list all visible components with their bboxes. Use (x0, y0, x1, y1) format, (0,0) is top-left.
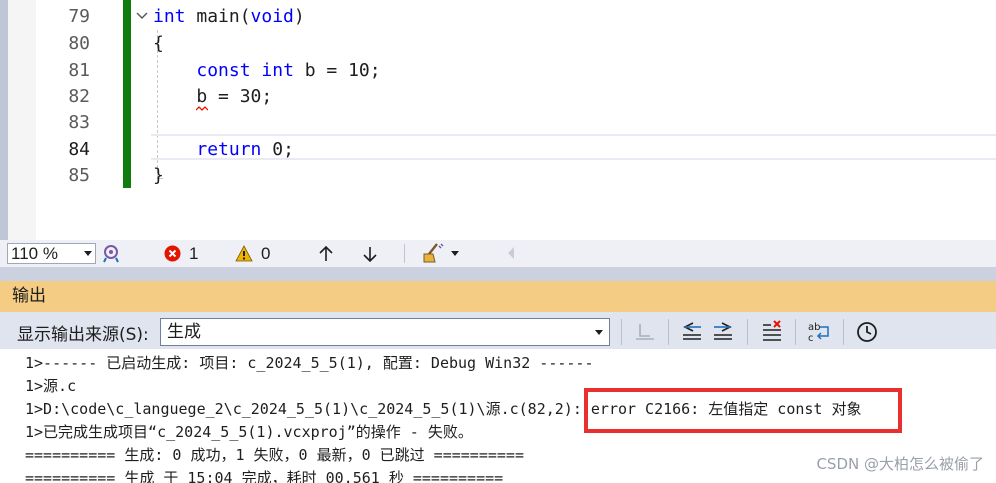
previous-issue-arrow-icon[interactable] (316, 244, 336, 264)
code-token: 0; (261, 139, 294, 160)
code-token: b = 10; (293, 60, 381, 81)
code-cleanup-broom-icon[interactable] (421, 242, 461, 264)
warning-count-button[interactable]: 0 (235, 243, 275, 264)
svg-text:c: c (808, 333, 814, 344)
code-token: main( (185, 6, 251, 27)
error-icon (164, 245, 181, 262)
error-highlight-box (584, 388, 902, 433)
error-count: 1 (189, 244, 199, 263)
change-tracking-bar (123, 0, 131, 188)
code-keyword: return (196, 139, 262, 160)
line-number-current: 84 (68, 139, 90, 160)
line-number: 80 (68, 33, 90, 54)
line-number: 85 (68, 165, 90, 186)
next-issue-arrow-icon[interactable] (360, 244, 380, 264)
code-token: } (153, 165, 164, 186)
warning-icon (235, 245, 253, 262)
line-number: 79 (68, 6, 90, 27)
editor-status-strip (0, 240, 996, 267)
next-message-icon[interactable] (710, 319, 736, 345)
output-source-select[interactable]: 生成 (160, 318, 610, 346)
error-squiggle (196, 106, 208, 111)
output-line: 1>------ 已启动生成: 项目: c_2024_5_5(1), 配置: D… (25, 354, 594, 372)
watermark-text: CSDN @大柏怎么被偷了 (816, 455, 984, 473)
output-source-label: 显示输出来源(S): (17, 325, 149, 345)
svg-text:ab: ab (808, 322, 820, 333)
status-divider (404, 244, 405, 263)
toolbar-divider (747, 319, 748, 345)
panel-splitter[interactable] (0, 267, 996, 281)
toolbar-divider (621, 319, 622, 345)
toolbar-divider (668, 319, 669, 345)
code-token: ) (293, 6, 305, 27)
code-line: } (153, 163, 164, 189)
toolbar-divider (795, 319, 796, 345)
output-line: ========== 生成: 0 成功，1 失败，0 最新，0 已跳过 ====… (25, 446, 524, 464)
line-number: 82 (68, 86, 90, 107)
code-token: b = 30; (153, 86, 273, 107)
output-source-value: 生成 (167, 322, 201, 342)
code-line: const int b = 10; (153, 58, 381, 84)
dropdown-arrow-icon (595, 330, 603, 335)
code-token: { (153, 33, 164, 54)
zoom-level-value: 110 % (11, 244, 58, 263)
dropdown-arrow-icon (84, 251, 92, 256)
code-line: { (153, 31, 164, 57)
scroll-left-icon[interactable] (505, 246, 517, 260)
code-keyword: int (153, 6, 186, 27)
code-keyword: const (196, 60, 251, 81)
intellicode-icon[interactable] (101, 243, 123, 264)
line-number: 83 (68, 112, 90, 133)
output-window-title[interactable]: 输出 (0, 281, 996, 312)
code-line: b = 30; (153, 84, 272, 110)
go-to-error-icon[interactable] (632, 319, 658, 345)
code-keyword: void (250, 6, 294, 27)
collapse-chevron-icon[interactable] (135, 9, 149, 23)
code-editor[interactable]: 79 80 81 82 83 84 85 int main(void) { co… (0, 0, 996, 240)
toolbar-divider (843, 319, 844, 345)
previous-message-icon[interactable] (679, 319, 705, 345)
code-keyword: int (261, 60, 294, 81)
glyph-margin (8, 0, 36, 240)
editor-margin-strip (0, 0, 8, 240)
output-line: 1>源.c (25, 377, 77, 395)
warning-count: 0 (261, 244, 271, 263)
error-count-button[interactable]: 1 (164, 243, 204, 264)
output-line: ========== 生成 于 15:04 完成，耗时 00.561 秒 ===… (25, 469, 504, 483)
code-line: int main(void) (153, 4, 305, 30)
zoom-level-select[interactable]: 110 % (7, 243, 96, 264)
toggle-word-wrap-icon[interactable]: ab c (806, 319, 832, 345)
output-line: 1>已完成生成项目“c_2024_5_5(1).vcxproj”的操作 - 失败… (25, 423, 473, 441)
timestamp-clock-icon[interactable] (854, 319, 880, 345)
code-line: return 0; (153, 137, 294, 163)
line-number: 81 (68, 60, 90, 81)
clear-all-icon[interactable] (759, 319, 785, 345)
